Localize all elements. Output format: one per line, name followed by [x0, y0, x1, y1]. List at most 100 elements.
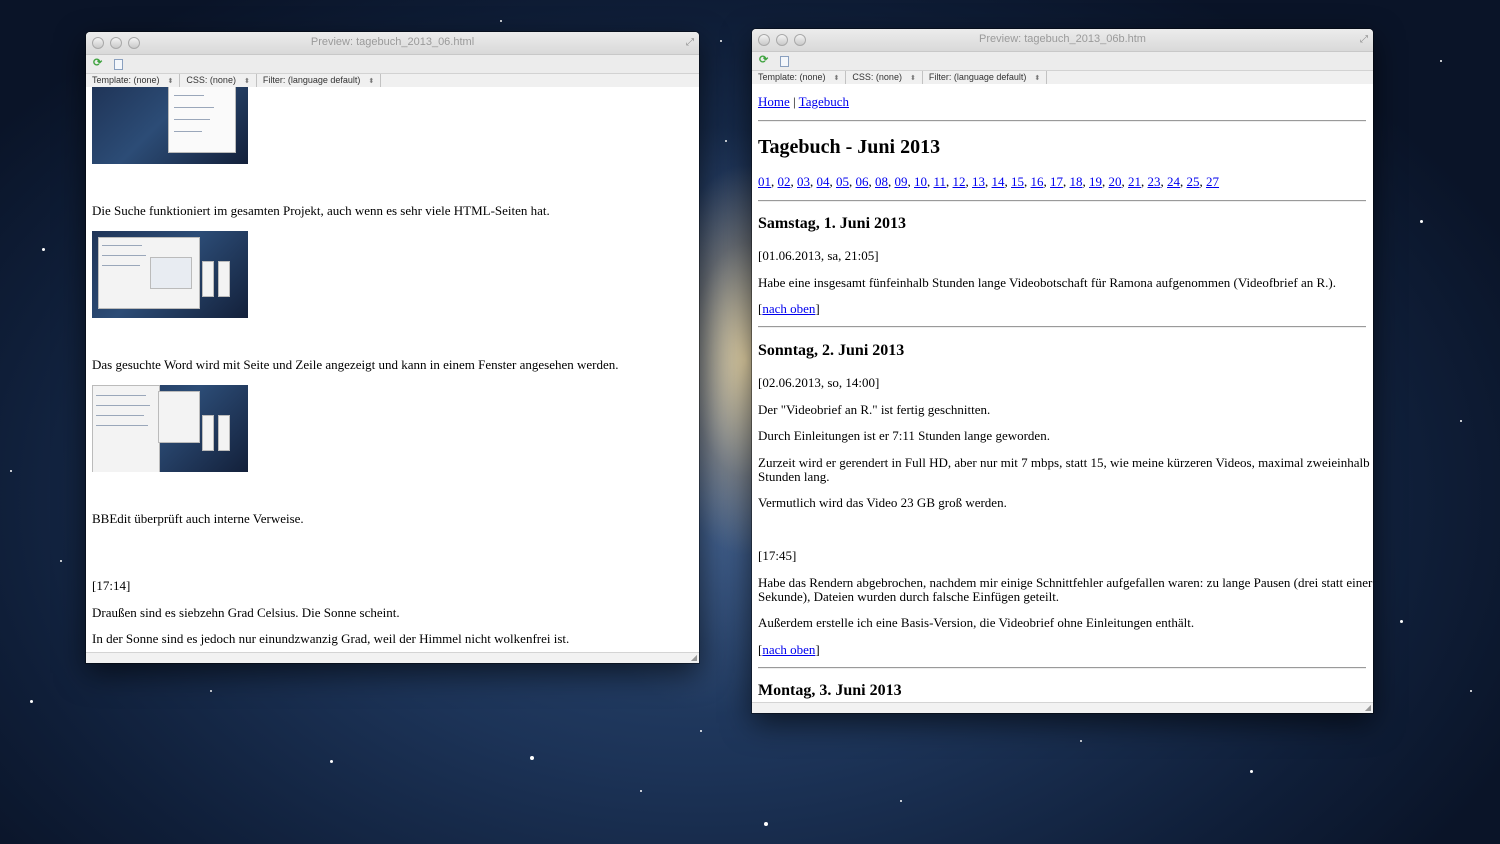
preview-content[interactable]: Die Suche funktioniert im gesamten Proje… — [86, 87, 699, 652]
day-link[interactable]: 16 — [1031, 174, 1044, 189]
toolbar: ⟳ — [86, 55, 699, 74]
star — [1470, 690, 1472, 692]
css-select[interactable]: CSS: (none) ⬍ — [846, 71, 923, 84]
star — [60, 560, 62, 562]
chevron-updown-icon: ⬍ — [243, 78, 250, 85]
breadcrumb: Home | Tagebuch — [758, 94, 849, 110]
filter-select-label: Filter: (language default) — [928, 72, 1027, 82]
paragraph: Das gesuchte Word wird mit Seite und Zei… — [92, 357, 619, 372]
filter-select-label: Filter: (language default) — [262, 75, 361, 85]
day-link[interactable]: 25 — [1187, 174, 1200, 189]
star — [720, 40, 722, 42]
day-link[interactable]: 03 — [797, 174, 810, 189]
day-link[interactable]: 19 — [1089, 174, 1102, 189]
refresh-icon[interactable]: ⟳ — [93, 58, 102, 69]
chevron-updown-icon: ⬍ — [368, 78, 375, 85]
day-link[interactable]: 24 — [1167, 174, 1180, 189]
entry-text: Vermutlich wird das Video 23 GB groß wer… — [758, 495, 1007, 510]
back-to-top-link[interactable]: nach oben — [762, 642, 815, 657]
day-index: 01, 02, 03, 04, 05, 06, 08, 09, 10, 11, … — [758, 174, 1219, 190]
day-link[interactable]: 04 — [817, 174, 830, 189]
fullscreen-icon[interactable]: ⤢ — [1360, 34, 1368, 45]
day-link[interactable]: 05 — [836, 174, 849, 189]
page-title: Tagebuch - Juni 2013 — [758, 136, 941, 158]
day-link[interactable]: 17 — [1050, 174, 1063, 189]
preview-window-left: Preview: tagebuch_2013_06.html ⤢ ⟳ Templ… — [86, 32, 699, 663]
star — [530, 756, 534, 760]
entry-text: Stunden lang. — [758, 469, 830, 484]
entry-timestamp: [01.06.2013, sa, 21:05] — [758, 248, 879, 263]
star — [330, 760, 333, 763]
window-title: Preview: tagebuch_2013_06b.htm — [979, 33, 1146, 45]
day-link[interactable]: 23 — [1148, 174, 1161, 189]
day-link[interactable]: 02 — [778, 174, 791, 189]
star — [900, 800, 902, 802]
entry-heading: Samstag, 1. Juni 2013 — [758, 215, 907, 232]
divider — [758, 326, 1366, 328]
refresh-icon[interactable]: ⟳ — [759, 55, 768, 66]
star — [700, 730, 702, 732]
star — [210, 690, 212, 692]
star — [725, 140, 727, 142]
fullscreen-icon[interactable]: ⤢ — [686, 37, 694, 48]
day-link[interactable]: 21 — [1128, 174, 1141, 189]
screenshot-image — [92, 231, 248, 318]
day-link[interactable]: 27 — [1206, 174, 1219, 189]
time-stamp: [17:14] — [92, 578, 131, 593]
diary-link[interactable]: Tagebuch — [799, 94, 849, 109]
day-link[interactable]: 01 — [758, 174, 771, 189]
star — [30, 700, 33, 703]
preview-content[interactable]: Home | Tagebuch Tagebuch - Juni 2013 01,… — [752, 84, 1373, 702]
screenshot-image — [92, 385, 248, 472]
title-bar[interactable]: Preview: tagebuch_2013_06.html ⤢ — [86, 32, 699, 55]
day-link[interactable]: 08 — [875, 174, 888, 189]
horizontal-scrollbar[interactable]: ◢ — [86, 652, 699, 663]
entry-text: Der "Videobrief an R." ist fertig geschn… — [758, 402, 991, 417]
day-link[interactable]: 09 — [895, 174, 908, 189]
document-icon[interactable] — [114, 59, 123, 70]
entry-text: Zurzeit wird er gerendert in Full HD, ab… — [758, 455, 1370, 470]
template-select[interactable]: Template: (none) ⬍ — [752, 71, 847, 84]
resize-grip-icon[interactable]: ◢ — [1365, 703, 1371, 712]
css-select-label: CSS: (none) — [186, 75, 236, 85]
star — [1460, 420, 1462, 422]
entry-time: [17:45] — [758, 548, 797, 563]
star — [764, 822, 768, 826]
entry-text: Durch Einleitungen ist er 7:11 Stunden l… — [758, 428, 1050, 443]
paragraph: Die Suche funktioniert im gesamten Proje… — [92, 203, 550, 218]
entry-heading: Sonntag, 2. Juni 2013 — [758, 342, 905, 359]
day-link[interactable]: 10 — [914, 174, 927, 189]
title-bar[interactable]: Preview: tagebuch_2013_06b.htm ⤢ — [752, 29, 1373, 52]
document-icon[interactable] — [780, 56, 789, 67]
star — [1080, 740, 1082, 742]
horizontal-scrollbar[interactable]: ◢ — [752, 702, 1373, 713]
paragraph: BBEdit überprüft auch interne Verweise. — [92, 511, 304, 526]
home-link[interactable]: Home — [758, 94, 790, 109]
star — [1440, 60, 1442, 62]
resize-grip-icon[interactable]: ◢ — [691, 653, 697, 662]
back-to-top: [nach oben] — [758, 642, 820, 657]
screenshot-image — [92, 87, 248, 164]
paragraph: Draußen sind es siebzehn Grad Celsius. D… — [92, 605, 400, 620]
star — [42, 248, 45, 251]
preview-window-right: Preview: tagebuch_2013_06b.htm ⤢ ⟳ Templ… — [752, 29, 1373, 713]
toolbar: ⟳ — [752, 52, 1373, 71]
back-to-top-link[interactable]: nach oben — [762, 301, 815, 316]
day-link[interactable]: 15 — [1011, 174, 1024, 189]
breadcrumb-separator: | — [793, 94, 796, 109]
day-link[interactable]: 11 — [934, 174, 947, 189]
day-link[interactable]: 18 — [1070, 174, 1083, 189]
css-select-label: CSS: (none) — [852, 72, 902, 82]
options-bar: Template: (none) ⬍ CSS: (none) ⬍ Filter: (… — [752, 71, 1373, 85]
day-link[interactable]: 14 — [992, 174, 1005, 189]
filter-select[interactable]: Filter: (language default) ⬍ — [923, 71, 1048, 84]
day-link[interactable]: 13 — [972, 174, 985, 189]
day-link[interactable]: 06 — [856, 174, 869, 189]
chevron-updown-icon: ⬍ — [167, 78, 174, 85]
chevron-updown-icon: ⬍ — [909, 75, 916, 82]
css-select[interactable]: CSS: (none) ⬍ — [180, 74, 257, 87]
day-link[interactable]: 20 — [1109, 174, 1122, 189]
template-select[interactable]: Template: (none) ⬍ — [86, 74, 181, 87]
day-link[interactable]: 12 — [953, 174, 966, 189]
filter-select[interactable]: Filter: (language default) ⬍ — [257, 74, 382, 87]
